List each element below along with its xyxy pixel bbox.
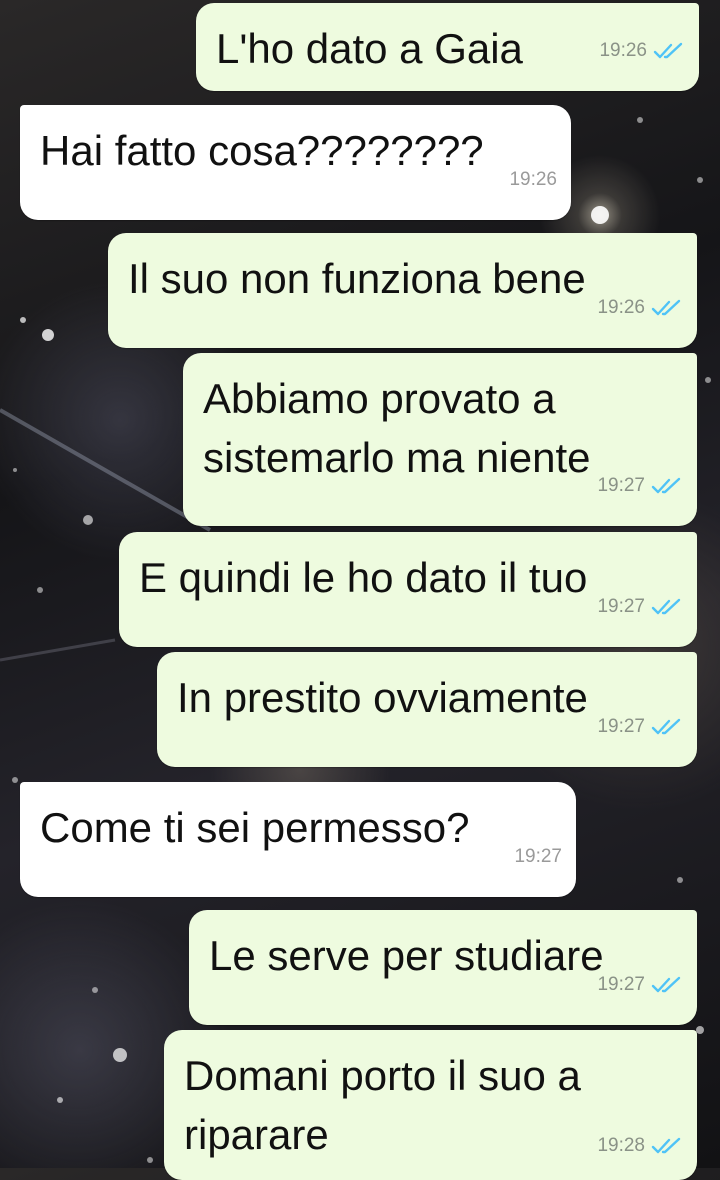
double-check-read-icon (653, 42, 683, 59)
message-timestamp: 19:27 (597, 716, 645, 737)
double-check-read-icon (651, 299, 681, 316)
message-timestamp: 19:27 (514, 846, 562, 867)
message-timestamp: 19:27 (597, 596, 645, 617)
message-meta: 19:27 (597, 697, 685, 757)
outgoing-message-bubble[interactable]: Abbiamo provato a sistemarlo ma niente 19:… (183, 353, 697, 526)
message-meta: 19:27 (597, 577, 685, 637)
message-text: Il suo non funziona bene (128, 255, 586, 302)
message-meta: 19:27 (597, 955, 685, 1015)
outgoing-message-bubble[interactable]: Il suo non funziona bene 19:26 (108, 233, 697, 348)
message-meta: 19:27 (597, 456, 685, 516)
message-timestamp: 19:27 (597, 974, 645, 995)
message-meta: 19:28 (597, 1116, 685, 1176)
message-timestamp: 19:28 (597, 1135, 645, 1156)
outgoing-message-bubble[interactable]: E quindi le ho dato il tuo 19:27 (119, 532, 697, 647)
message-timestamp: 19:27 (597, 475, 645, 496)
message-meta: 19:26 (597, 278, 685, 338)
double-check-read-icon (651, 1137, 681, 1154)
message-meta: 19:26 (599, 21, 687, 81)
message-text: E quindi le ho dato il tuo (139, 554, 588, 601)
double-check-read-icon (651, 598, 681, 615)
double-check-read-icon (651, 477, 681, 494)
message-meta: 19:26 (509, 150, 557, 210)
incoming-message-bubble[interactable]: Hai fatto cosa???????? 19:26 (20, 105, 571, 220)
outgoing-message-bubble[interactable]: L'ho dato a Gaia 19:26 (196, 3, 699, 91)
message-text: Come ti sei permesso? (40, 804, 470, 851)
message-timestamp: 19:26 (509, 169, 557, 190)
incoming-message-bubble[interactable]: Come ti sei permesso? 19:27 (20, 782, 576, 897)
message-text: sistemarlo ma niente (203, 434, 591, 481)
message-text: Domani porto il suo a (184, 1052, 581, 1099)
message-text: riparare (184, 1111, 329, 1158)
outgoing-message-bubble[interactable]: In prestito ovviamente 19:27 (157, 652, 697, 767)
message-meta: 19:27 (514, 827, 562, 887)
message-text: Abbiamo provato a (203, 375, 556, 422)
message-timestamp: 19:26 (597, 297, 645, 318)
message-text: Le serve per studiare (209, 932, 604, 979)
double-check-read-icon (651, 718, 681, 735)
message-text: In prestito ovviamente (177, 674, 588, 721)
double-check-read-icon (651, 976, 681, 993)
message-timestamp: 19:26 (599, 40, 647, 61)
outgoing-message-bubble[interactable]: Domani porto il suo a riparare 19:28 (164, 1030, 697, 1180)
message-text: L'ho dato a Gaia (216, 25, 523, 72)
outgoing-message-bubble[interactable]: Le serve per studiare 19:27 (189, 910, 697, 1025)
message-text: Hai fatto cosa???????? (40, 127, 484, 174)
